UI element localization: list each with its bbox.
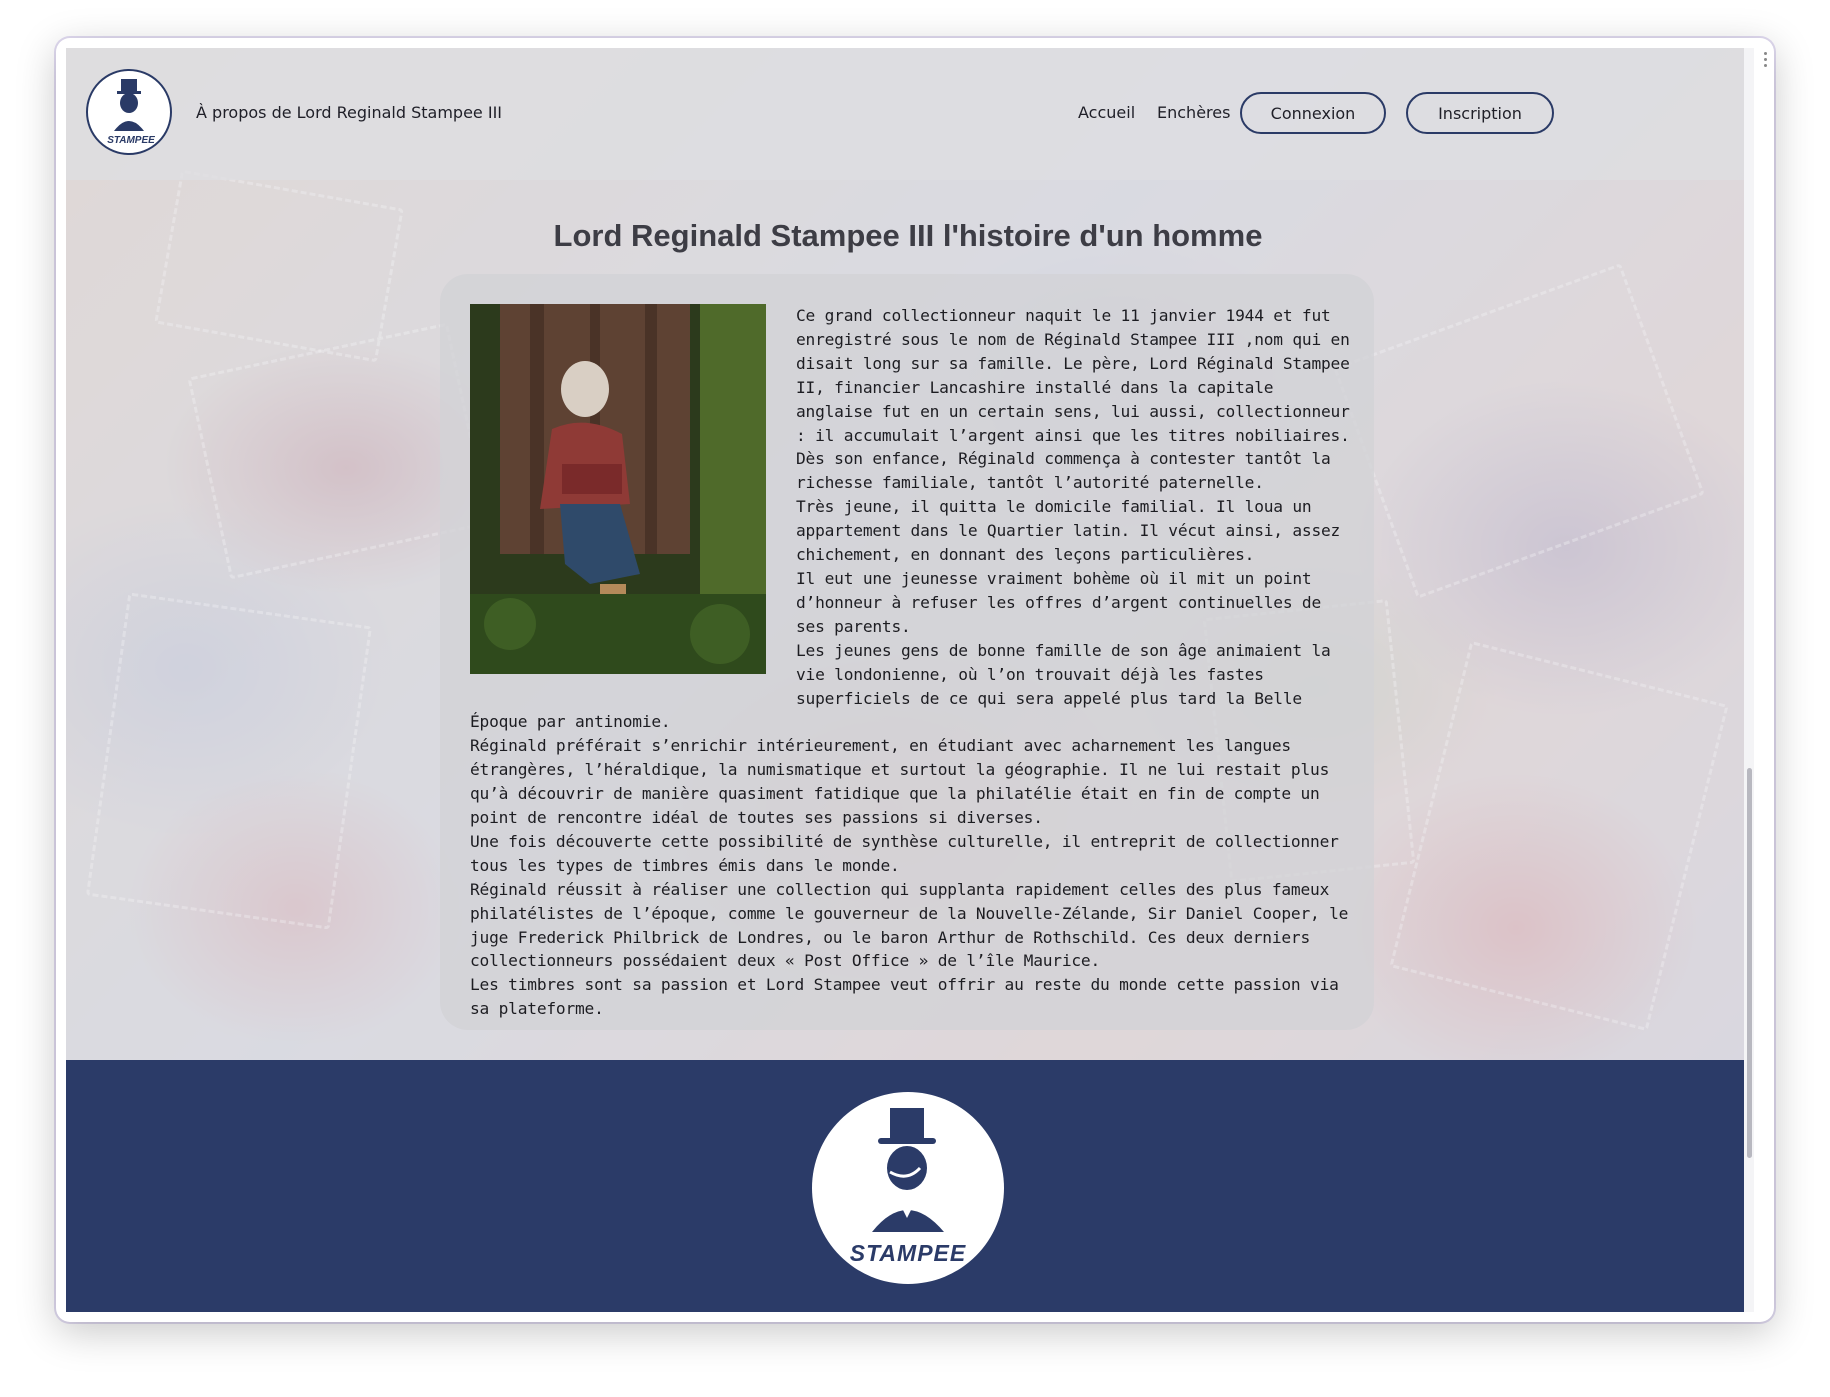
footer-logo[interactable]: STAMPEE: [812, 1092, 1004, 1284]
connexion-button[interactable]: Connexion: [1240, 92, 1386, 134]
bio-paragraph: Les timbres sont sa passion et Lord Stam…: [470, 975, 1339, 1019]
nav-accueil[interactable]: Accueil: [1078, 103, 1135, 122]
stampee-logo[interactable]: STAMPEE: [86, 69, 172, 155]
scrollbar-thumb[interactable]: [1747, 768, 1752, 1158]
bio-paragraph: Une fois découverte cette possibilité de…: [470, 831, 1339, 875]
site-footer: STAMPEE: [66, 1060, 1750, 1312]
page-heading-link[interactable]: À propos de Lord Reginald Stampee III: [196, 103, 502, 122]
more-options-icon[interactable]: [1762, 52, 1768, 72]
vertical-scrollbar[interactable]: [1744, 48, 1754, 1312]
logo-wordmark: STAMPEE: [107, 135, 155, 146]
bio-paragraph: Réginald préférait s’enrichir intérieure…: [470, 736, 1330, 828]
biography-card: Ce grand collectionneur naquit le 11 jan…: [440, 274, 1374, 1030]
browser-window: STAMPEE À propos de Lord Reginald Stampe…: [56, 38, 1774, 1322]
inscription-button[interactable]: Inscription: [1406, 92, 1554, 134]
footer-wordmark: STAMPEE: [849, 1240, 967, 1266]
biography-text: Ce grand collectionneur naquit le 11 jan…: [470, 304, 1350, 1021]
nav-encheres[interactable]: Enchères: [1157, 103, 1230, 122]
page-title: Lord Reginald Stampee III l'histoire d'u…: [553, 218, 1263, 253]
site-header: STAMPEE À propos de Lord Reginald Stampe…: [66, 48, 1750, 180]
page-viewport: STAMPEE À propos de Lord Reginald Stampe…: [66, 48, 1750, 1312]
bio-paragraph: Réginald réussit à réaliser une collecti…: [470, 879, 1349, 971]
